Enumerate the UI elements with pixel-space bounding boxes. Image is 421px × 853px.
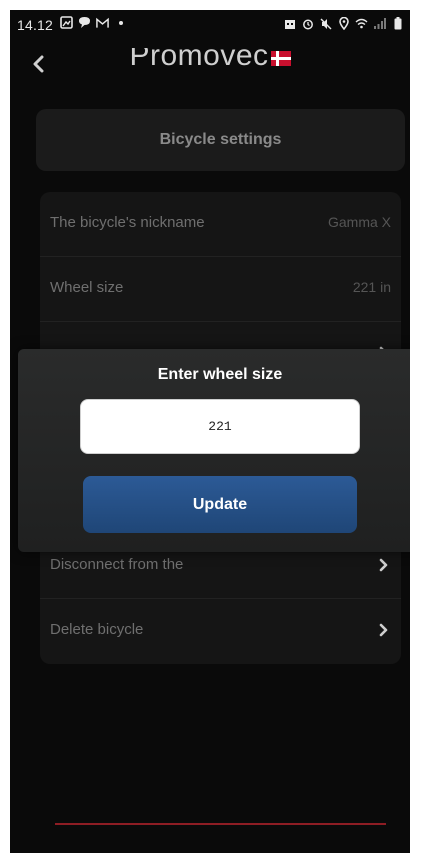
mail-icon [96,16,109,29]
app-icon [283,17,296,30]
battery-icon [391,17,404,30]
chevron-right-icon [377,556,391,574]
update-button[interactable]: Update [83,476,357,533]
status-right-icons [283,17,404,30]
danish-flag-icon [270,50,291,66]
wheel-size-value: 221 in [352,279,391,295]
wheel-size-dialog: Enter wheel size Update [18,349,410,552]
wheel-size-label: Wheel size [50,279,124,296]
nickname-value: Gamma X [327,214,391,230]
alarm-icon [301,17,314,30]
page-title: Bicycle settings [159,131,282,148]
disconnect-label: Disconnect from the [50,556,184,573]
chevron-right-icon [377,621,391,639]
setting-row-nickname[interactable]: The bicycle's nickname Gamma X [40,192,401,257]
chat-icon [78,16,91,29]
setting-row-delete[interactable]: Delete bicycle [40,599,401,663]
brand-logo: Promovec [10,48,410,88]
status-left-icons [60,16,127,29]
location-icon [337,17,350,30]
setting-row-wheel-size[interactable]: Wheel size 221 in [40,257,401,322]
dot-icon [114,16,127,29]
gallery-icon [60,16,73,29]
status-bar: 14.12 [10,10,410,40]
bottom-divider [55,823,386,825]
dialog-title: Enter wheel size [157,366,283,383]
wifi-icon [355,17,368,30]
app-screen: 14.12 Promovec Bicycle settings The bicy… [10,10,410,853]
brand-name: Promovec [129,48,269,72]
mute-icon [319,17,332,30]
wheel-size-input[interactable] [80,399,360,454]
delete-bicycle-label: Delete bicycle [50,621,144,638]
nickname-label: The bicycle's nickname [50,214,205,231]
signal-icon [373,17,386,30]
page-title-card: Bicycle settings [36,109,405,171]
status-time: 14.12 [17,17,54,33]
